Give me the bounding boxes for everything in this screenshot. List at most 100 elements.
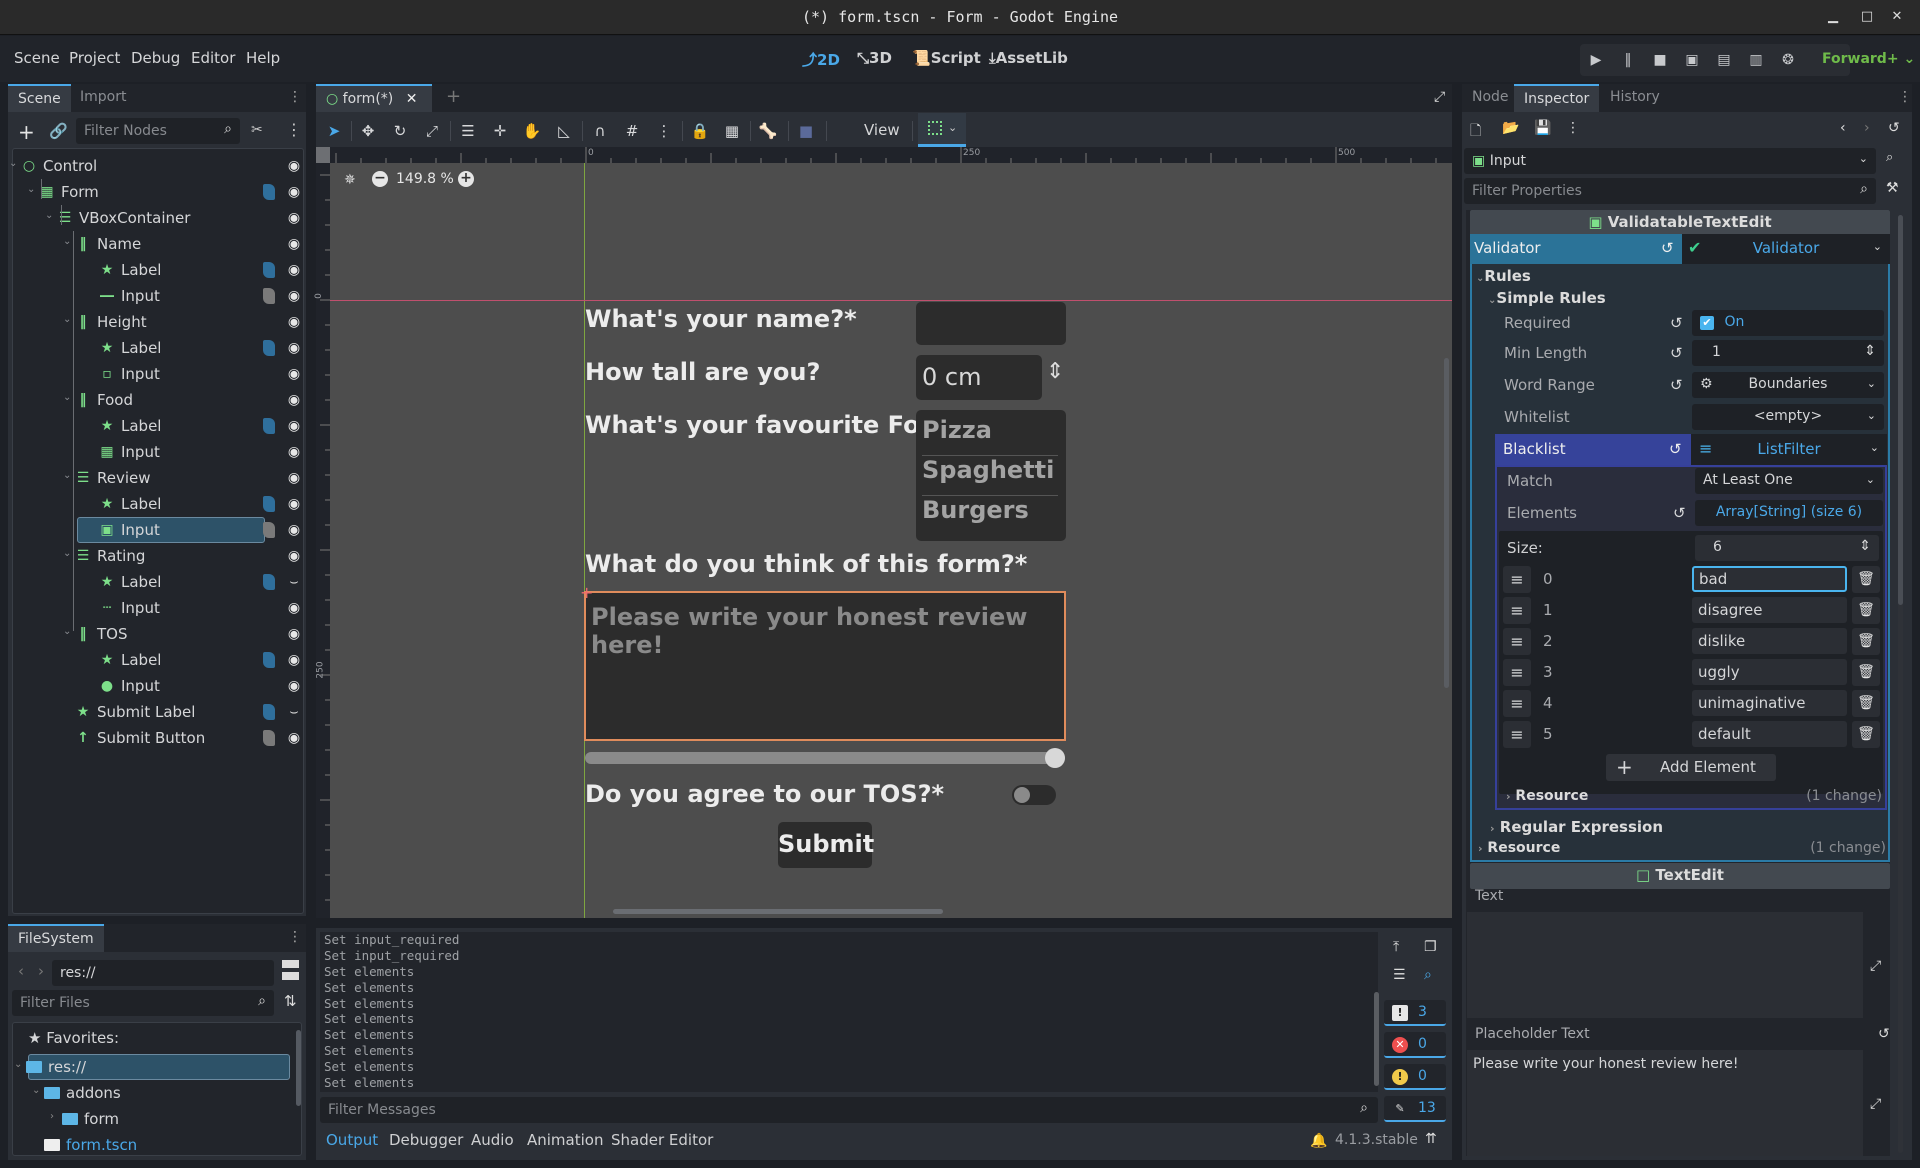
anchor-presets-button[interactable]: ⌄ bbox=[918, 113, 966, 147]
visibility-visible-icon[interactable]: ◉ bbox=[286, 470, 302, 486]
chevron-down-icon[interactable]: ⌄ bbox=[32, 1085, 40, 1096]
inspector-scrollbar[interactable] bbox=[1898, 215, 1903, 605]
kebab-menu-icon[interactable]: ⋮ bbox=[288, 84, 302, 112]
revert-icon[interactable]: ↺ bbox=[1670, 376, 1683, 394]
script-icon[interactable] bbox=[263, 496, 275, 512]
drag-handle-icon[interactable]: ≡ bbox=[1503, 566, 1531, 593]
visibility-visible-icon[interactable]: ◉ bbox=[286, 158, 302, 174]
zoom-level[interactable]: 149.8 % bbox=[396, 171, 454, 187]
bottom-tab-debugger[interactable]: Debugger bbox=[389, 1131, 463, 1149]
new-resource-icon[interactable]: 🗋 bbox=[1470, 120, 1481, 144]
tab-form-scene[interactable]: ○ form(*) ✕ bbox=[316, 84, 432, 112]
match-dropdown[interactable]: At Least One ⌄ bbox=[1695, 468, 1883, 494]
kebab-menu-icon[interactable]: ⋮ bbox=[288, 924, 302, 952]
sort-icon[interactable]: ⇅ bbox=[284, 992, 297, 1010]
kebab-menu-icon[interactable]: ⋮ bbox=[1566, 120, 1580, 136]
food-itemlist[interactable]: Pizza Spaghetti Burgers bbox=[916, 410, 1066, 541]
menu-scene[interactable]: Scene bbox=[14, 49, 60, 67]
drag-handle-icon[interactable]: ≡ bbox=[1503, 597, 1531, 624]
visibility-visible-icon[interactable]: ◉ bbox=[286, 626, 302, 642]
select-tool-icon[interactable]: ➤ bbox=[324, 121, 344, 141]
file-item[interactable]: form.tscn bbox=[12, 1132, 292, 1158]
minimize-button[interactable]: ▁ bbox=[1822, 6, 1844, 28]
script-icon[interactable] bbox=[263, 522, 275, 538]
script-icon[interactable] bbox=[263, 418, 275, 434]
tab-import[interactable]: Import bbox=[70, 84, 136, 112]
chevron-down-icon[interactable]: ⌄ bbox=[45, 210, 53, 221]
height-spinbox[interactable]: 0 cm bbox=[916, 355, 1042, 400]
food-option[interactable]: Spaghetti bbox=[922, 456, 1058, 496]
script-icon[interactable] bbox=[263, 262, 275, 278]
review-textedit[interactable]: Please write your honest review here! bbox=[584, 591, 1066, 741]
visibility-hidden-icon[interactable]: ⌣ bbox=[286, 704, 302, 720]
renderer-selector[interactable]: Forward+ ⌄ bbox=[1822, 51, 1915, 67]
chevron-down-icon[interactable]: ⌄ bbox=[63, 392, 71, 403]
split-view-icon[interactable] bbox=[282, 960, 299, 980]
tab-history[interactable]: History bbox=[1600, 84, 1670, 112]
size-spinbox[interactable]: 6 ⇕ bbox=[1695, 535, 1879, 561]
drag-handle-icon[interactable]: ≡ bbox=[1503, 690, 1531, 717]
center-view-icon[interactable]: ✵ bbox=[344, 172, 356, 188]
distraction-free-icon[interactable]: ⤢ bbox=[1424, 84, 1455, 112]
folder-item[interactable]: ⌄ res:// bbox=[12, 1054, 292, 1080]
name-input[interactable] bbox=[916, 302, 1066, 345]
drag-handle-icon[interactable]: ≡ bbox=[1503, 628, 1531, 655]
visibility-visible-icon[interactable]: ◉ bbox=[286, 210, 302, 226]
trash-icon[interactable]: 🗑 bbox=[1852, 566, 1880, 593]
bottom-tab-shader-editor[interactable]: Shader Editor bbox=[611, 1131, 713, 1149]
script-icon[interactable] bbox=[263, 574, 275, 590]
visibility-visible-icon[interactable]: ◉ bbox=[286, 184, 302, 200]
script-icon[interactable] bbox=[263, 652, 275, 668]
menu-project[interactable]: Project bbox=[69, 49, 120, 67]
file-tree-scrollbar[interactable] bbox=[296, 1030, 301, 1106]
scene-tree-item[interactable]: ⌄ ○ Control ◉ bbox=[9, 153, 303, 179]
object-selector[interactable]: ▣ Input ⌄ bbox=[1464, 148, 1876, 174]
expand-bottom-panel-icon[interactable]: ⇈ bbox=[1425, 1131, 1437, 1147]
close-button[interactable]: ✕ bbox=[1886, 6, 1908, 28]
food-option[interactable]: Burgers bbox=[922, 496, 1058, 536]
search-toggle-icon[interactable]: ⌕ bbox=[1424, 967, 1432, 983]
scene-tree-item[interactable]: ― Input ◉ bbox=[13, 283, 303, 309]
scene-tree-item[interactable]: ⌄ ☰ Rating ◉ bbox=[13, 543, 303, 569]
chevron-down-icon[interactable]: ⌄ bbox=[63, 236, 71, 247]
tab-filesystem[interactable]: FileSystem bbox=[8, 924, 104, 952]
rating-slider[interactable] bbox=[585, 748, 1065, 768]
path-input[interactable]: res:// bbox=[52, 960, 274, 986]
visibility-visible-icon[interactable]: ◉ bbox=[286, 600, 302, 616]
whitelist-picker[interactable]: <empty> ⌄ bbox=[1692, 404, 1884, 430]
folder-item[interactable]: › form bbox=[12, 1106, 292, 1132]
visibility-visible-icon[interactable]: ◉ bbox=[286, 288, 302, 304]
play-scene-icon[interactable]: ▤ bbox=[1714, 50, 1734, 70]
movie-maker-icon[interactable]: ❂ bbox=[1778, 50, 1798, 70]
editor-messages-filter-toggle[interactable]: ✎ 13 bbox=[1384, 1096, 1446, 1122]
lock-icon[interactable]: 🔒 bbox=[690, 121, 710, 141]
zoom-out-icon[interactable]: − bbox=[372, 171, 388, 187]
pause-icon[interactable]: ‖ bbox=[1618, 50, 1638, 70]
bone-icon[interactable]: 🦴 bbox=[758, 121, 778, 141]
script-icon[interactable] bbox=[263, 288, 275, 304]
canvas-2d[interactable]: ✵ − 149.8 % + What's your name?* How tal… bbox=[330, 163, 1452, 918]
scene-tree-item[interactable]: ⌄ ‖ Name ◉ bbox=[13, 231, 303, 257]
element-value-input[interactable]: unimaginative bbox=[1692, 690, 1847, 716]
camera-icon[interactable]: ■ bbox=[796, 121, 816, 141]
visibility-visible-icon[interactable]: ◉ bbox=[286, 522, 302, 538]
tab-scene[interactable]: Scene bbox=[8, 84, 71, 112]
revert-icon[interactable]: ↺ bbox=[1661, 239, 1674, 257]
chevron-down-icon[interactable]: ⌄ bbox=[63, 626, 71, 637]
scene-tree-item[interactable]: ★ Label ◉ bbox=[13, 647, 303, 673]
visibility-visible-icon[interactable]: ◉ bbox=[286, 496, 302, 512]
scene-tree-item[interactable]: ⌄ ‖ Food ◉ bbox=[13, 387, 303, 413]
messages-filter-toggle[interactable]: ! 3 bbox=[1384, 1000, 1446, 1026]
revert-icon[interactable]: ↺ bbox=[1669, 440, 1682, 458]
visibility-visible-icon[interactable]: ◉ bbox=[286, 236, 302, 252]
scale-tool-icon[interactable]: ⤢ bbox=[422, 121, 442, 141]
history-forward-icon[interactable]: › bbox=[1864, 120, 1870, 136]
food-option[interactable]: Pizza bbox=[922, 416, 1058, 456]
pivot-tool-icon[interactable]: ✛ bbox=[490, 121, 510, 141]
scene-tree-item[interactable]: ★ Label ◉ bbox=[13, 335, 303, 361]
mode-2d-button[interactable]: ⤴2D bbox=[802, 49, 840, 70]
text-property-editor[interactable] bbox=[1467, 912, 1863, 1018]
scene-tree-item[interactable]: ▫ Input ◉ bbox=[13, 361, 303, 387]
copy-icon[interactable]: ❐ bbox=[1424, 939, 1437, 955]
rotate-tool-icon[interactable]: ↻ bbox=[390, 121, 410, 141]
